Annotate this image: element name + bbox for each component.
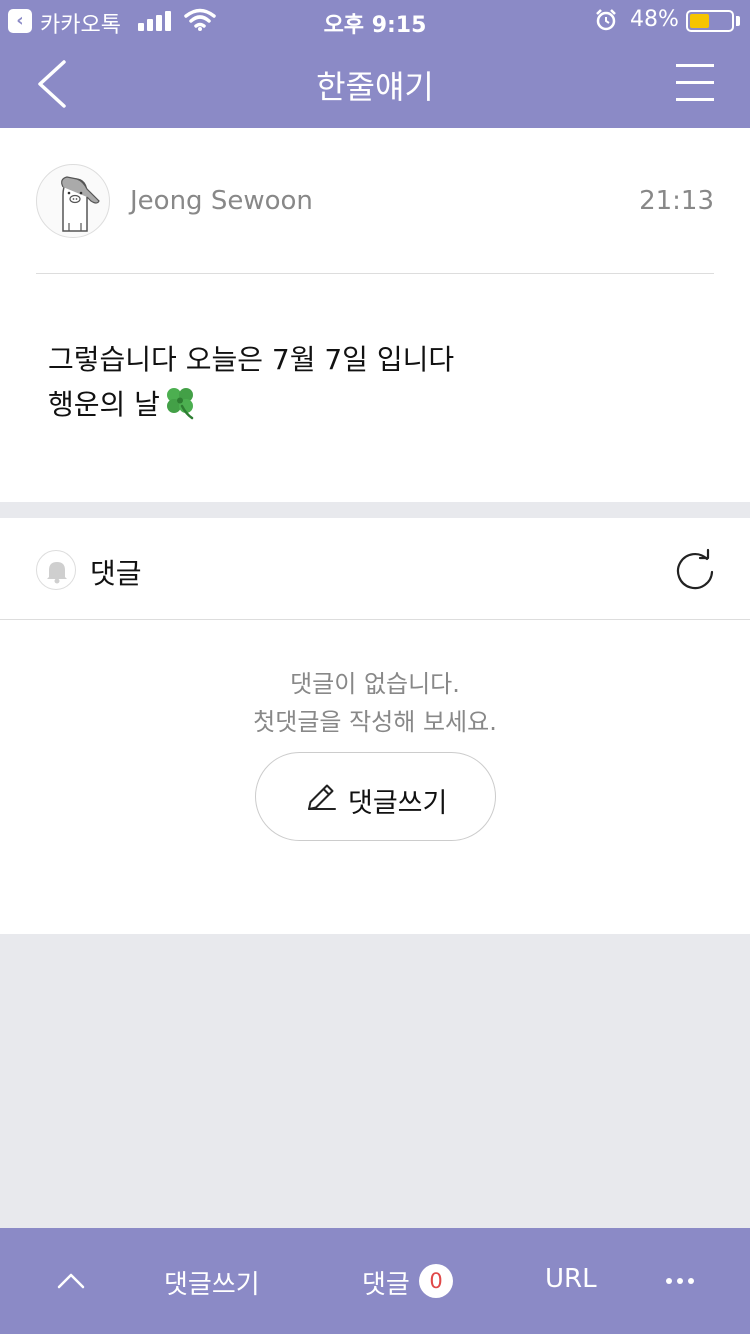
write-comment-button[interactable]: 댓글쓰기 (255, 752, 496, 841)
notification-bell-button[interactable] (36, 550, 76, 590)
bottom-toolbar: 댓글쓰기 댓글 0 URL (0, 1228, 750, 1334)
comment-count-badge: 0 (419, 1264, 453, 1298)
menu-icon[interactable] (676, 64, 714, 102)
refresh-icon[interactable] (674, 548, 716, 590)
page-title: 한줄얘기 (316, 68, 434, 106)
comment-section-title: 댓글 (90, 557, 142, 590)
alarm-icon (596, 9, 616, 31)
post-text-line-2: 행운의 날 (48, 383, 198, 423)
post-text-line-1: 그렇습니다 오늘은 7월 7일 입니다 (48, 343, 455, 376)
status-bar: ‹ 카카오톡 오후 9:15 48% (0, 0, 750, 40)
divider (0, 619, 750, 620)
empty-comments-message: 댓글이 없습니다. (290, 670, 460, 698)
chevron-up-icon[interactable] (56, 1266, 86, 1296)
divider (36, 273, 714, 274)
post-card: Jeong Sewoon 21:13 그렇습니다 오늘은 7월 7일 입니다 행… (0, 128, 750, 502)
post-author[interactable]: Jeong Sewoon (130, 186, 313, 216)
pencil-icon (308, 784, 336, 810)
more-options-icon[interactable] (666, 1278, 696, 1286)
battery-nub (736, 16, 740, 26)
top-bar: ‹ 카카오톡 오후 9:15 48% 한줄얘기 (0, 0, 750, 128)
toolbar-write-comment-button[interactable]: 댓글쓰기 (164, 1264, 260, 1301)
toolbar-comments-button[interactable]: 댓글 (362, 1264, 410, 1301)
bell-icon (47, 562, 67, 584)
empty-comments-hint: 첫댓글을 작성해 보세요. (253, 708, 497, 736)
comment-header: 댓글 (0, 518, 750, 620)
avatar[interactable] (36, 164, 110, 238)
post-text-line-2-text: 행운의 날 (48, 388, 160, 421)
battery-fill (690, 14, 709, 28)
toolbar-url-button[interactable]: URL (545, 1264, 597, 1294)
write-comment-label: 댓글쓰기 (348, 788, 448, 819)
battery-icon (686, 10, 734, 32)
post-time: 21:13 (639, 186, 714, 216)
comment-section: 댓글 댓글이 없습니다. 첫댓글을 작성해 보세요. 댓글쓰기 (0, 518, 750, 934)
four-leaf-clover-icon (166, 388, 194, 420)
battery-percentage: 48% (630, 7, 679, 32)
avatar-character-icon (61, 176, 100, 232)
